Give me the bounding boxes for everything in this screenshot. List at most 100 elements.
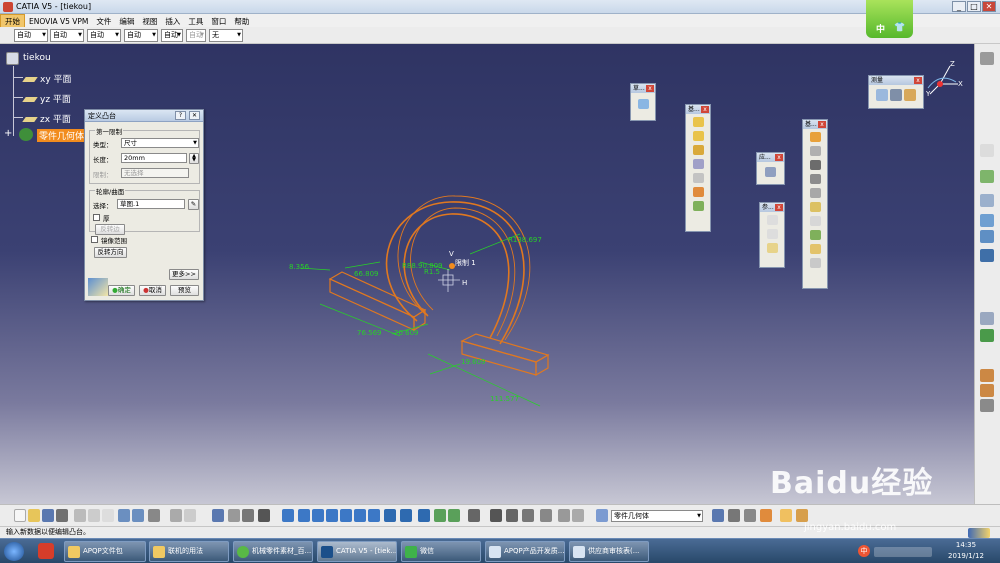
shading-icon[interactable] xyxy=(418,509,430,522)
new-icon[interactable] xyxy=(14,509,26,522)
sketch-icon[interactable] xyxy=(490,509,502,522)
mirror-extent-checkbox[interactable] xyxy=(91,236,98,243)
toolbar-close-icon[interactable]: x xyxy=(646,85,654,92)
boolean-ops-icon[interactable] xyxy=(980,214,994,227)
task-catia[interactable]: CATIA V5 - [tiek... xyxy=(317,541,397,562)
reverse-direction-button[interactable]: 反转方向 xyxy=(94,247,127,258)
toolbar-close-icon[interactable]: x xyxy=(914,77,922,84)
dimension-icon[interactable] xyxy=(540,509,552,522)
length-spinner[interactable]: ▲ ▼ xyxy=(189,153,199,164)
toolbar-header[interactable]: 基... x xyxy=(803,120,827,129)
open-icon[interactable] xyxy=(28,509,40,522)
toolbar-header[interactable]: 基... x xyxy=(686,105,710,114)
line-icon[interactable] xyxy=(766,229,778,239)
catalog-icon[interactable] xyxy=(212,509,224,522)
render-icon[interactable] xyxy=(728,509,740,522)
toolbar-close-icon[interactable]: x xyxy=(701,106,709,113)
swap-space-icon[interactable] xyxy=(448,509,460,522)
task-usage-folder[interactable]: 联机的用法 xyxy=(149,541,229,562)
redo-icon[interactable] xyxy=(132,509,144,522)
print-icon[interactable] xyxy=(56,509,68,522)
apply-material-icon[interactable] xyxy=(765,167,776,177)
groove-icon[interactable] xyxy=(692,159,704,169)
plane-icon[interactable] xyxy=(766,243,778,253)
rotate-icon[interactable] xyxy=(326,509,338,522)
publication-icon[interactable] xyxy=(712,509,724,522)
annotation-icon[interactable] xyxy=(980,312,994,325)
sew-icon[interactable] xyxy=(809,258,821,268)
input-method-badge[interactable]: 中 👕 xyxy=(866,0,913,38)
normal-view-icon[interactable] xyxy=(368,509,380,522)
ime-tray-icon[interactable]: 中 xyxy=(858,545,870,557)
draft-analysis-icon[interactable] xyxy=(980,384,994,397)
measure-icon[interactable] xyxy=(468,509,480,522)
task-supplier-doc[interactable]: 供应商审核表(... xyxy=(569,541,649,562)
constraint-icon[interactable] xyxy=(980,329,994,342)
toolbar-close-icon[interactable]: x xyxy=(775,154,783,161)
sketch-edit-icon[interactable]: ✎ xyxy=(188,199,199,210)
type-select[interactable]: 尺寸 xyxy=(121,138,199,148)
multi-view-icon[interactable] xyxy=(384,509,396,522)
dim-label[interactable]: 20.609 xyxy=(394,329,419,337)
shell-icon[interactable] xyxy=(809,174,821,184)
zoom-out-icon[interactable] xyxy=(354,509,366,522)
transform-icon[interactable] xyxy=(980,230,994,243)
toolbar-header[interactable]: 应... x xyxy=(757,153,784,162)
toolbar-close-icon[interactable]: x xyxy=(818,121,826,128)
settings-icon[interactable] xyxy=(980,52,994,65)
dim-label[interactable]: R138.697 xyxy=(508,236,542,244)
layer-dropdown[interactable]: 无 xyxy=(209,29,243,42)
undo-icon[interactable] xyxy=(118,509,130,522)
task-apqp-folder[interactable]: APQP文件包 xyxy=(64,541,146,562)
zoom-in-icon[interactable] xyxy=(340,509,352,522)
hole-icon[interactable] xyxy=(692,173,704,183)
close-button[interactable]: ✕ xyxy=(982,1,996,12)
fillet-icon[interactable] xyxy=(809,132,821,142)
reverse-side-button[interactable]: 反转边 xyxy=(95,224,125,235)
ok-button[interactable]: ●确定 xyxy=(108,285,135,296)
thickness-icon[interactable] xyxy=(809,188,821,198)
rib-icon[interactable] xyxy=(692,187,704,197)
minimize-button[interactable]: _ xyxy=(952,1,966,12)
pattern-icon[interactable] xyxy=(980,249,994,262)
dialog-title-bar[interactable]: 定义凸台 ? ✕ xyxy=(85,110,203,122)
expand-icon[interactable]: + xyxy=(4,128,12,139)
start-icon[interactable] xyxy=(4,542,24,561)
select-icon[interactable] xyxy=(980,144,994,157)
axis-system-icon[interactable] xyxy=(980,194,994,207)
pan-icon[interactable] xyxy=(312,509,324,522)
maximize-button[interactable]: □ xyxy=(967,1,981,12)
body-select[interactable]: 零件几何体 xyxy=(611,510,703,522)
app-shortcut-icon[interactable] xyxy=(38,543,54,559)
save-icon[interactable] xyxy=(42,509,54,522)
point-icon[interactable] xyxy=(766,215,778,225)
points-icon[interactable] xyxy=(522,509,534,522)
hide-show-icon[interactable] xyxy=(434,509,446,522)
part-icon[interactable] xyxy=(6,52,19,65)
task-apqp-doc[interactable]: APQP产品开发质... xyxy=(485,541,565,562)
remove-face-icon[interactable] xyxy=(809,216,821,226)
paste-icon[interactable] xyxy=(102,509,114,522)
light-icon[interactable] xyxy=(780,509,792,522)
whats-this-icon[interactable] xyxy=(148,509,160,522)
dialog-close-button[interactable]: ✕ xyxy=(189,111,200,120)
shaft-icon[interactable] xyxy=(692,145,704,155)
pad-icon[interactable] xyxy=(692,117,704,127)
tree-root-tiekou[interactable]: tiekou xyxy=(23,53,51,63)
tree-item-xy-plane[interactable]: xy 平面 xyxy=(22,72,72,85)
tree-item-zx-plane[interactable]: zx 平面 xyxy=(22,112,71,125)
measure-inertia-icon[interactable] xyxy=(904,89,916,101)
boolean-icon[interactable] xyxy=(809,244,821,254)
chamfer-icon[interactable] xyxy=(809,146,821,156)
tools-icon[interactable] xyxy=(980,399,994,412)
paint-icon[interactable] xyxy=(760,509,772,522)
analysis-icon[interactable] xyxy=(572,509,584,522)
pocket-icon[interactable] xyxy=(692,131,704,141)
update-icon[interactable] xyxy=(980,170,994,183)
task-wechat[interactable]: 微信 xyxy=(401,541,481,562)
parameter-icon[interactable] xyxy=(558,509,570,522)
scene-icon[interactable] xyxy=(796,509,808,522)
analysis-icon[interactable] xyxy=(980,369,994,382)
tree-item-part-body[interactable]: 零件几何体 xyxy=(37,129,87,142)
copy-icon[interactable] xyxy=(88,509,100,522)
